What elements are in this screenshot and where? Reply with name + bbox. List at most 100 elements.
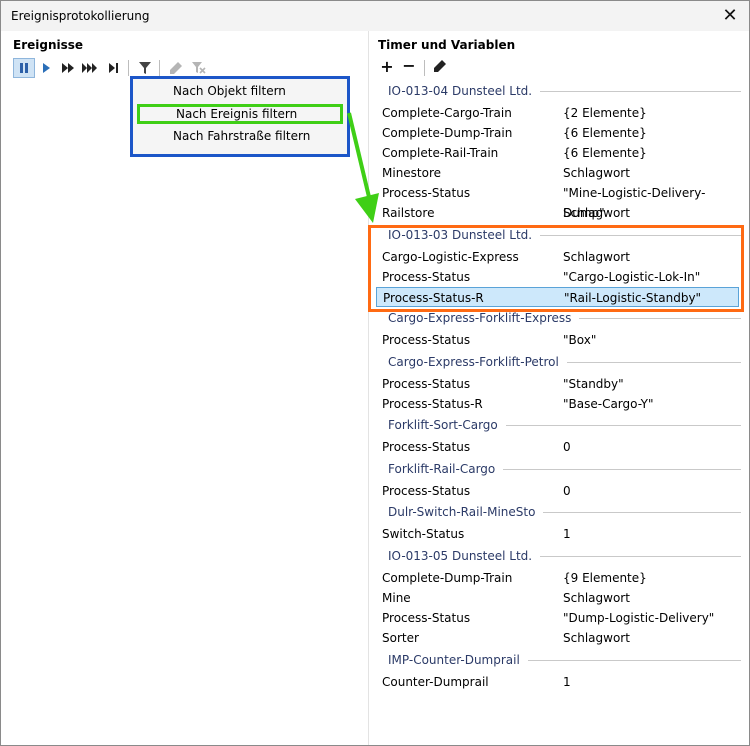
variable-value: 1 xyxy=(563,675,571,689)
pause-icon[interactable] xyxy=(13,58,35,78)
variable-name: Process-Status-R xyxy=(382,397,483,411)
group-separator-line xyxy=(567,362,741,363)
variable-value: Schlagwort xyxy=(563,166,630,180)
variable-value: 0 xyxy=(563,440,571,454)
variable-name: Cargo-Logistic-Express xyxy=(382,250,519,264)
variable-name: Process-Status xyxy=(382,484,471,498)
variable-value: "Dump-Logistic-Delivery" xyxy=(563,611,715,625)
variable-row[interactable]: Minestore Schlagwort xyxy=(376,163,739,183)
edit-icon[interactable] xyxy=(165,58,187,78)
variable-row[interactable]: Complete-Dump-Train {9 Elemente} xyxy=(376,568,739,588)
variable-row[interactable]: Process-Status 0 xyxy=(376,481,739,501)
variable-name: Complete-Dump-Train xyxy=(382,571,513,585)
variable-value: {2 Elemente} xyxy=(563,106,647,120)
group-header[interactable]: IO-013-05 Dunsteel Ltd. xyxy=(388,548,532,564)
skip-to-end-icon[interactable] xyxy=(103,58,125,78)
faster-forward-icon[interactable] xyxy=(79,58,101,78)
event-log-window: Ereignisprotokollierung ✕ Ereignisse Nac… xyxy=(0,0,750,746)
timers-pane-title: Timer und Variablen xyxy=(378,38,516,52)
group-header[interactable]: Cargo-Express-Forklift-Express xyxy=(388,310,571,326)
group-header[interactable]: IMP-Counter-Dumprail xyxy=(388,652,520,668)
variable-row[interactable]: Process-Status-R "Base-Cargo-Y" xyxy=(376,394,739,414)
close-icon[interactable]: ✕ xyxy=(719,5,741,27)
variable-row[interactable]: Cargo-Logistic-Express Schlagwort xyxy=(376,247,739,267)
variable-name: Sorter xyxy=(382,631,419,645)
variable-row[interactable]: Complete-Rail-Train {6 Elemente} xyxy=(376,143,739,163)
group-header[interactable]: IO-013-03 Dunsteel Ltd. xyxy=(388,227,532,243)
group-header[interactable]: IO-013-04 Dunsteel Ltd. xyxy=(388,83,532,99)
variable-value: "Box" xyxy=(563,333,597,347)
filter-icon[interactable] xyxy=(134,58,156,78)
variable-value: "Rail-Logistic-Standby" xyxy=(564,291,702,305)
variable-value: {6 Elemente} xyxy=(563,126,647,140)
variable-name: Switch-Status xyxy=(382,527,465,541)
variable-value: "Base-Cargo-Y" xyxy=(563,397,654,411)
variable-name: Mine xyxy=(382,591,411,605)
variable-name: Process-Status-R xyxy=(383,291,484,305)
variable-name: Counter-Dumprail xyxy=(382,675,489,689)
filter-by-route-item[interactable]: Nach Fahrstraße filtern xyxy=(137,126,343,146)
variable-value: 1 xyxy=(563,527,571,541)
remove-icon[interactable]: − xyxy=(400,57,418,75)
variable-row[interactable]: Switch-Status 1 xyxy=(376,524,739,544)
play-icon[interactable] xyxy=(35,58,57,78)
variable-value: Schlagwort xyxy=(563,206,630,220)
variable-row[interactable]: Sorter Schlagwort xyxy=(376,628,739,648)
variable-row[interactable]: Process-Status "Cargo-Logistic-Lok-In" xyxy=(376,267,739,287)
variable-row[interactable]: Process-Status 0 xyxy=(376,437,739,457)
events-pane-title: Ereignisse xyxy=(13,38,84,52)
group-header[interactable]: Forklift-Rail-Cargo xyxy=(388,461,495,477)
group-separator-line xyxy=(540,556,741,557)
variable-name: Process-Status xyxy=(382,270,471,284)
variable-row[interactable]: Counter-Dumprail 1 xyxy=(376,672,739,692)
variable-row[interactable]: Process-Status "Mine-Logistic-Delivery-Du… xyxy=(376,183,739,220)
variable-row[interactable]: Process-Status "Box" xyxy=(376,330,739,350)
filter-menu: Nach Objekt filtern Nach Ereignis filter… xyxy=(130,76,350,157)
variable-row[interactable]: Mine Schlagwort xyxy=(376,588,739,608)
variable-value: 0 xyxy=(563,484,571,498)
variable-value: {9 Elemente} xyxy=(563,571,647,585)
group-header[interactable]: Forklift-Sort-Cargo xyxy=(388,417,498,433)
variable-name: Process-Status xyxy=(382,377,471,391)
annotation-arrow xyxy=(347,112,379,223)
filter-by-object-item[interactable]: Nach Objekt filtern xyxy=(137,81,343,101)
variable-name: Complete-Rail-Train xyxy=(382,146,499,160)
group-separator-line xyxy=(540,91,741,92)
variable-row[interactable]: Complete-Dump-Train {6 Elemente} xyxy=(376,123,739,143)
group-separator-line xyxy=(543,512,741,513)
edit-variable-icon[interactable] xyxy=(431,58,449,76)
variable-name: Process-Status xyxy=(382,611,471,625)
group-separator-line xyxy=(503,469,741,470)
variable-name: Process-Status xyxy=(382,440,471,454)
group-header[interactable]: Dulr-Switch-Rail-MineSto xyxy=(388,504,535,520)
title-bar: Ereignisprotokollierung ✕ xyxy=(1,1,749,31)
clear-filter-icon[interactable] xyxy=(188,58,210,78)
add-icon[interactable]: + xyxy=(378,58,396,76)
filter-by-event-item[interactable]: Nach Ereignis filtern xyxy=(137,104,343,124)
group-separator-line xyxy=(540,235,741,236)
group-separator-line xyxy=(506,425,741,426)
variable-name: Complete-Dump-Train xyxy=(382,126,513,140)
variable-name: Process-Status xyxy=(382,333,471,347)
variable-row[interactable]: Process-Status "Dump-Logistic-Delivery" xyxy=(376,608,739,628)
variable-value: "Cargo-Logistic-Lok-In" xyxy=(563,270,701,284)
group-separator-line xyxy=(579,318,741,319)
toolbar-separator xyxy=(159,60,160,76)
variable-value: {6 Elemente} xyxy=(563,146,647,160)
group-separator-line xyxy=(528,660,741,661)
variable-row[interactable]: Process-Status "Standby" xyxy=(376,374,739,394)
variable-row[interactable]: Railstore Schlagwort xyxy=(376,203,739,223)
toolbar-separator xyxy=(424,60,425,76)
group-header[interactable]: Cargo-Express-Forklift-Petrol xyxy=(388,354,559,370)
variable-value: "Standby" xyxy=(563,377,624,391)
variable-name: Minestore xyxy=(382,166,442,180)
window-title: Ereignisprotokollierung xyxy=(11,9,150,23)
variable-row[interactable]: Process-Status-R "Rail-Logistic-Standby" xyxy=(376,287,739,307)
variable-name: Complete-Cargo-Train xyxy=(382,106,512,120)
variable-value: Schlagwort xyxy=(563,591,630,605)
fast-forward-icon[interactable] xyxy=(57,58,79,78)
variable-value: Schlagwort xyxy=(563,250,630,264)
variable-name: Process-Status xyxy=(382,186,471,200)
variable-row[interactable]: Complete-Cargo-Train {2 Elemente} xyxy=(376,103,739,123)
toolbar-separator xyxy=(128,60,129,76)
